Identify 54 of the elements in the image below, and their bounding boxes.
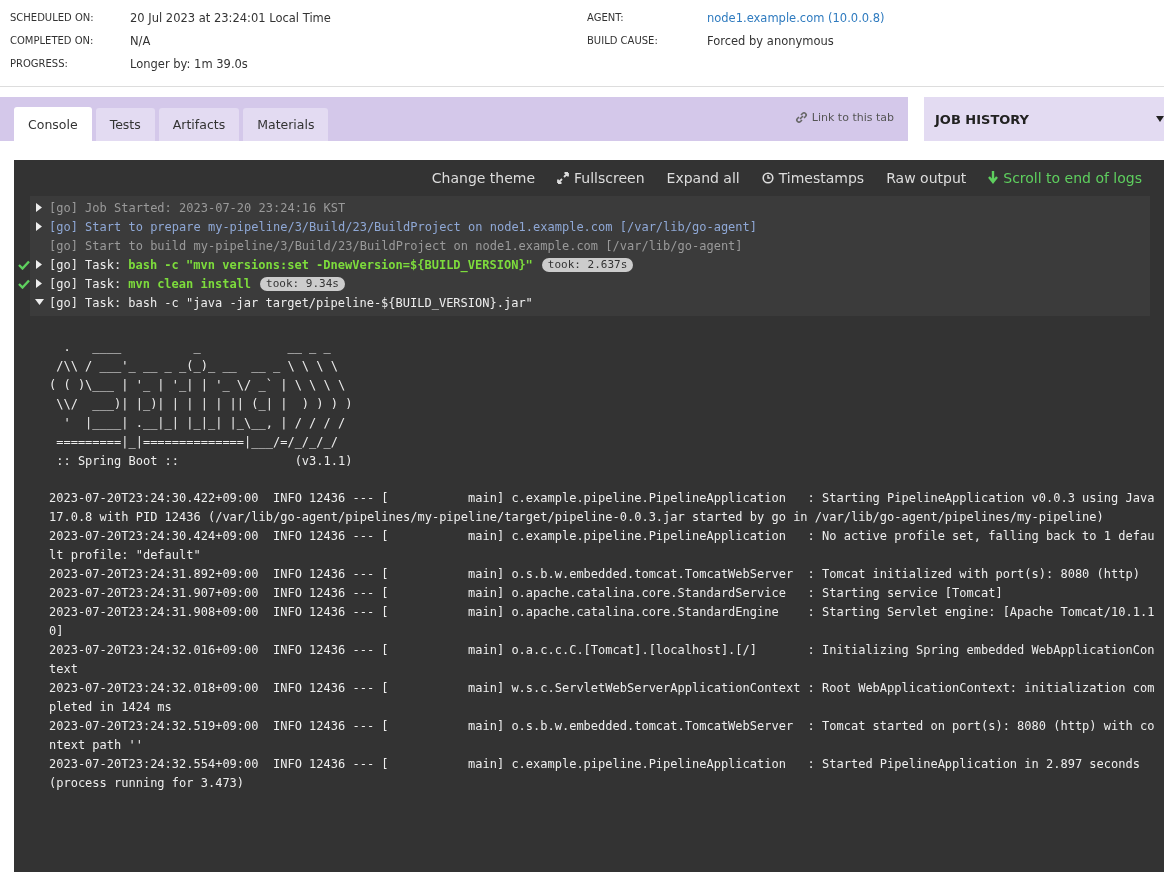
field-label: PROGRESS:	[10, 58, 69, 69]
field-label: SCHEDULED ON:	[10, 12, 95, 23]
task-command: bash -c "mvn versions:set -DnewVersion=${BUILD_VERSION}"	[128, 257, 533, 272]
toolbar-link[interactable]: Change theme	[431, 165, 536, 190]
field-label: COMPLETED ON:	[10, 35, 95, 46]
duration-badge: took: 9.34s	[260, 276, 345, 291]
caret-icon[interactable]	[36, 203, 43, 212]
expand-icon	[557, 171, 570, 184]
field-value: N/A	[130, 33, 151, 48]
toolbar-link[interactable]: Expand all	[666, 165, 740, 190]
log-line: 2023-07-20T23:24:32.018+09:00 INFO 12436 --- [ main] w.s.c.ServletWebServerApplicationContext : Root WebApplicationContext: initialization completed in 1424 ms	[49, 680, 1155, 716]
caret-icon[interactable]	[36, 279, 43, 288]
tab[interactable]: Console	[14, 107, 92, 141]
caret-icon[interactable]	[36, 222, 43, 231]
log-line: 2023-07-20T23:24:32.519+09:00 INFO 12436 --- [ main] o.s.b.w.embedded.tomcat.TomcatWebServer : Tomcat started on port(s): 8080 (http) with context path ''	[49, 718, 1155, 754]
caret-icon	[1156, 116, 1164, 122]
caret-icon[interactable]	[35, 299, 44, 306]
job-history-panel[interactable]: JOB HISTORY	[924, 97, 1164, 141]
agent-link[interactable]: node1.example.com (10.0.0.8)	[707, 10, 885, 25]
ascii-art-text: . ____ _ __ _ _ /\\ / ___'_ __ _ _(_)_ __ __ _ \ \ \ \ ( ( )\___ | '_ | '_| | '_ \/ _` | \ \ \ \ \\/ ___)| |_)| | | | | || (_| | ) ) ) ) ' |____| .__|_| |_|_| |_\__, | / / / / =========|_|==============|___/=/_/_/_/ :: Spring Boot :: (v3.1.1)	[49, 339, 354, 470]
link-to-tab[interactable]: Link to this tab	[794, 110, 894, 124]
log-line: [go] Start to build my-pipeline/3/Build/23/BuildProject on node1.example.com [/var/lib/go-agent]	[49, 238, 743, 253]
task-label: [go] Task:	[49, 257, 122, 272]
link-icon	[794, 110, 808, 124]
field-label: AGENT:	[587, 12, 625, 23]
field-value: 20 Jul 2023 at 23:24:01 Local Time	[130, 10, 331, 25]
log-line: 2023-07-20T23:24:31.908+09:00 INFO 12436 --- [ main] o.apache.catalina.core.StandardEngine : Starting Servlet engine: [Apache Tomcat/10.1.10]	[49, 604, 1155, 640]
log-line: 2023-07-20T23:24:30.422+09:00 INFO 12436 --- [ main] c.example.pipeline.PipelineApplication : Starting PipelineApplication v0.0.3 using Java 17.0.8 with PID 12436 (/var/lib/go-agent/pipelines/my-pipeline/target/pipeline-0.0.3.jar started by go in /var/lib/go-agent/pipelines/my-pipeline)	[49, 490, 1155, 526]
log-line: 2023-07-20T23:24:31.892+09:00 INFO 12436 --- [ main] o.s.b.w.embedded.tomcat.TomcatWebServer : Tomcat initialized with port(s): 8080 (http)	[49, 566, 1141, 583]
panel-title: JOB HISTORY	[935, 111, 1030, 127]
log-line: 2023-07-20T23:24:32.554+09:00 INFO 12436 --- [ main] c.example.pipeline.PipelineApplication : Started PipelineApplication in 2.897 seconds (process running for 3.473)	[49, 756, 1141, 792]
toolbar-link[interactable]: Scroll to end of logs	[988, 165, 1142, 190]
log-line: 2023-07-20T23:24:31.907+09:00 INFO 12436 --- [ main] o.apache.catalina.core.StandardService : Starting service [Tomcat]	[49, 585, 1004, 602]
down-arrow-icon	[988, 171, 999, 184]
tab[interactable]: Materials	[243, 108, 329, 141]
field-value: Forced by anonymous	[707, 33, 834, 48]
toolbar-link[interactable]: Fullscreen	[557, 165, 645, 190]
duration-badge: took: 2.637s	[541, 257, 634, 272]
caret-icon[interactable]	[36, 260, 43, 269]
task-command: mvn clean install	[128, 276, 252, 291]
log-line: 2023-07-20T23:24:32.016+09:00 INFO 12436 --- [ main] o.a.c.c.C.[Tomcat].[localhost].[/] : Initializing Spring embedded WebApplicationContext	[49, 642, 1155, 678]
task-command: bash -c "java -jar target/pipeline-${BUILD_VERSION}.jar"	[128, 295, 533, 310]
field-label: BUILD CAUSE:	[587, 35, 659, 46]
log-line: [go] Job Started: 2023-07-20 23:24:16 KST	[49, 200, 346, 215]
log-line: 2023-07-20T23:24:30.424+09:00 INFO 12436 --- [ main] c.example.pipeline.PipelineApplication : No active profile set, falling back to 1 default profile: "default"	[49, 528, 1155, 564]
task-label: [go] Task:	[49, 276, 122, 291]
task-label: [go] Task:	[49, 295, 122, 310]
tab[interactable]: Tests	[95, 108, 155, 141]
log-line: [go] Start to prepare my-pipeline/3/Build/23/BuildProject on node1.example.com [/var/lib/go-agent]	[49, 219, 757, 234]
toolbar-link[interactable]: Raw output	[886, 165, 967, 190]
field-value: Longer by: 1m 39.0s	[130, 56, 248, 71]
clock-icon	[761, 171, 774, 184]
toolbar-link[interactable]: Timestamps	[761, 165, 865, 190]
tab[interactable]: Artifacts	[158, 108, 240, 141]
